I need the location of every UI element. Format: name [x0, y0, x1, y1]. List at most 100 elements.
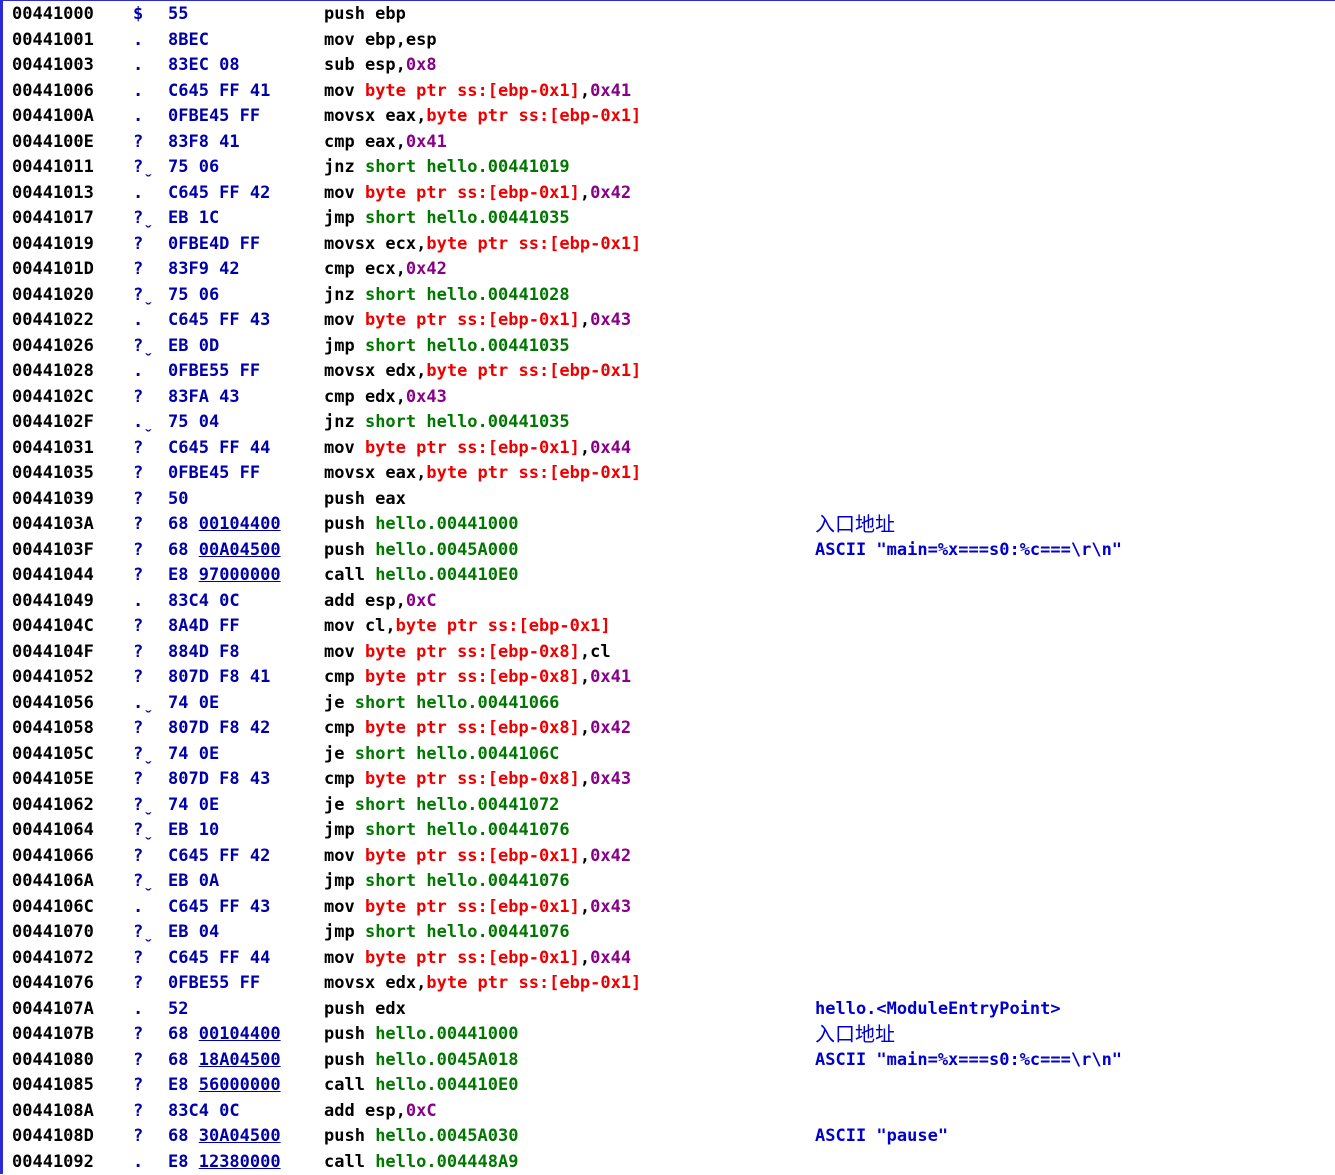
instruction-cell: mov byte ptr ss:[ebp-0x1],0x43	[324, 308, 631, 334]
disasm-row[interactable]: 00441013.C645 FF 42mov byte ptr ss:[ebp-…	[3, 181, 1333, 207]
disasm-row[interactable]: 0044105E?807D F8 43cmp byte ptr ss:[ebp-…	[3, 767, 1333, 793]
disasm-row[interactable]: 00441052?807D F8 41cmp byte ptr ss:[ebp-…	[3, 665, 1333, 691]
disasm-row[interactable]: 00441035?0FBE45 FFmovsx eax,byte ptr ss:…	[3, 461, 1333, 487]
instruction-cell: jmp short hello.00441076	[324, 920, 570, 946]
jump-marker: .	[133, 79, 143, 105]
disasm-row[interactable]: 00441080?68 18A04500push hello.0045A018A…	[3, 1048, 1333, 1074]
instruction-token: 0x42	[406, 259, 447, 279]
disasm-row[interactable]: 00441070?ˬEB 04jmp short hello.00441076	[3, 920, 1333, 946]
jump-marker: ?	[133, 844, 143, 870]
hex-bytes-cell: 68 00104400	[168, 512, 281, 538]
disasm-row[interactable]: 00441000$55push ebp	[3, 2, 1333, 28]
address-cell: 0044104F	[12, 640, 94, 666]
disasm-row[interactable]: 00441028.0FBE55 FFmovsx edx,byte ptr ss:…	[3, 359, 1333, 385]
disasm-row[interactable]: 00441064?ˬEB 10jmp short hello.00441076	[3, 818, 1333, 844]
disasm-row[interactable]: 00441049.83C4 0Cadd esp,0xC	[3, 589, 1333, 615]
address-cell: 00441022	[12, 308, 94, 334]
hex-bytes-segment: 75 06	[168, 157, 219, 177]
address-cell: 0044101D	[12, 257, 94, 283]
instruction-token: mov ebp,esp	[324, 30, 437, 50]
hex-bytes-cell: 884D F8	[168, 640, 240, 666]
disasm-row[interactable]: 00441056.ˬ74 0Eje short hello.00441066	[3, 691, 1333, 717]
hex-bytes-segment: C645 FF 44	[168, 438, 270, 458]
disasm-row[interactable]: 0044103A?68 00104400push hello.00441000入…	[3, 512, 1333, 538]
disasm-row[interactable]: 00441072?C645 FF 44mov byte ptr ss:[ebp-…	[3, 946, 1333, 972]
disasm-row[interactable]: 00441001.8BECmov ebp,esp	[3, 28, 1333, 54]
disasm-row[interactable]: 0044108D?68 30A04500push hello.0045A030A…	[3, 1124, 1333, 1150]
disasm-row[interactable]: 0044107B?68 00104400push hello.00441000入…	[3, 1022, 1333, 1048]
hex-bytes-segment: 75 06	[168, 285, 219, 305]
hex-bytes-segment: 8A4D FF	[168, 616, 240, 636]
disassembly-view[interactable]: 00441000$55push ebp00441001.8BECmov ebp,…	[0, 0, 1335, 1174]
disasm-row[interactable]: 00441022.C645 FF 43mov byte ptr ss:[ebp-…	[3, 308, 1333, 334]
instruction-token: mov	[324, 81, 365, 101]
instruction-token: push	[324, 1050, 375, 1070]
address-cell: 00441049	[12, 589, 94, 615]
instruction-token: byte ptr ss:[ebp-0x1]	[365, 438, 580, 458]
instruction-token: add esp,	[324, 591, 406, 611]
address-cell: 00441026	[12, 334, 94, 360]
instruction-token: hello.004410E0	[375, 565, 518, 585]
hex-bytes-cell: 0FBE45 FF	[168, 461, 260, 487]
comment-cell: 入口地址	[815, 512, 895, 538]
disasm-row[interactable]: 00441020?ˬ75 06jnz short hello.00441028	[3, 283, 1333, 309]
hex-bytes-segment: 807D F8 43	[168, 769, 270, 789]
jump-marker: ?	[133, 767, 143, 793]
disasm-row[interactable]: 00441026?ˬEB 0Djmp short hello.00441035	[3, 334, 1333, 360]
instruction-token: byte ptr ss:[ebp-0x1]	[426, 106, 641, 126]
address-cell: 00441066	[12, 844, 94, 870]
instruction-token: 0x42	[590, 846, 631, 866]
disasm-row[interactable]: 0044102C?83FA 43cmp edx,0x43	[3, 385, 1333, 411]
instruction-token: byte ptr ss:[ebp-0x1]	[365, 846, 580, 866]
instruction-token: ,	[580, 310, 590, 330]
hex-bytes-cell: 83F9 42	[168, 257, 240, 283]
disasm-row[interactable]: 0044105C?ˬ74 0Eje short hello.0044106C	[3, 742, 1333, 768]
instruction-cell: jmp short hello.00441076	[324, 818, 570, 844]
disasm-row[interactable]: 00441058?807D F8 42cmp byte ptr ss:[ebp-…	[3, 716, 1333, 742]
instruction-token: jmp	[324, 208, 365, 228]
disasm-row[interactable]: 0044103F?68 00A04500push hello.0045A000A…	[3, 538, 1333, 564]
instruction-token: jnz	[324, 412, 365, 432]
address-cell: 00441003	[12, 53, 94, 79]
hex-bytes-cell: EB 0A	[168, 869, 219, 895]
disasm-row[interactable]: 00441039?50push eax	[3, 487, 1333, 513]
disasm-row[interactable]: 00441031?C645 FF 44mov byte ptr ss:[ebp-…	[3, 436, 1333, 462]
hex-bytes-cell: 807D F8 42	[168, 716, 270, 742]
jump-marker: .	[133, 308, 143, 334]
disasm-row[interactable]: 0044106A?ˬEB 0Ajmp short hello.00441076	[3, 869, 1333, 895]
address-cell: 00441092	[12, 1150, 94, 1175]
disasm-row[interactable]: 0044102F.ˬ75 04jnz short hello.00441035	[3, 410, 1333, 436]
instruction-token: cmp	[324, 718, 365, 738]
jump-marker: .	[133, 53, 143, 79]
disasm-row[interactable]: 00441003.83EC 08sub esp,0x8	[3, 53, 1333, 79]
hex-bytes-cell: 55	[168, 2, 188, 28]
disasm-row[interactable]: 0044104F?884D F8mov byte ptr ss:[ebp-0x8…	[3, 640, 1333, 666]
jump-marker: ?	[133, 640, 143, 666]
instruction-token: short hello.00441076	[365, 871, 570, 891]
disasm-row[interactable]: 0044104C?8A4D FFmov cl,byte ptr ss:[ebp-…	[3, 614, 1333, 640]
hex-bytes-cell: 8A4D FF	[168, 614, 240, 640]
disasm-row[interactable]: 00441044?E8 97000000call hello.004410E0	[3, 563, 1333, 589]
disasm-row[interactable]: 00441011?ˬ75 06jnz short hello.00441019	[3, 155, 1333, 181]
disasm-row[interactable]: 0044106C.C645 FF 43mov byte ptr ss:[ebp-…	[3, 895, 1333, 921]
instruction-token: short hello.00441035	[365, 336, 570, 356]
disasm-row[interactable]: 00441006.C645 FF 41mov byte ptr ss:[ebp-…	[3, 79, 1333, 105]
disasm-row[interactable]: 0044107A.52push edxhello.<ModuleEntryPoi…	[3, 997, 1333, 1023]
disasm-row[interactable]: 00441092.E8 12380000call hello.004448A9	[3, 1150, 1333, 1175]
disasm-row[interactable]: 00441085?E8 56000000call hello.004410E0	[3, 1073, 1333, 1099]
disasm-row[interactable]: 0044100A.0FBE45 FFmovsx eax,byte ptr ss:…	[3, 104, 1333, 130]
instruction-token: 0x43	[590, 310, 631, 330]
instruction-token: hello.004448A9	[375, 1152, 518, 1172]
disasm-row[interactable]: 00441062?ˬ74 0Eje short hello.00441072	[3, 793, 1333, 819]
hex-bytes-cell: C645 FF 41	[168, 79, 270, 105]
disasm-row[interactable]: 0044100E?83F8 41cmp eax,0x41	[3, 130, 1333, 156]
address-cell: 00441013	[12, 181, 94, 207]
disasm-row[interactable]: 00441017?ˬEB 1Cjmp short hello.00441035	[3, 206, 1333, 232]
disasm-row[interactable]: 00441066?C645 FF 42mov byte ptr ss:[ebp-…	[3, 844, 1333, 870]
address-cell: 00441031	[12, 436, 94, 462]
disasm-row[interactable]: 0044108A?83C4 0Cadd esp,0xC	[3, 1099, 1333, 1125]
disasm-row[interactable]: 00441076?0FBE55 FFmovsx edx,byte ptr ss:…	[3, 971, 1333, 997]
disasm-row[interactable]: 0044101D?83F9 42cmp ecx,0x42	[3, 257, 1333, 283]
hex-bytes-segment: 68	[168, 1050, 199, 1070]
disasm-row[interactable]: 00441019?0FBE4D FFmovsx ecx,byte ptr ss:…	[3, 232, 1333, 258]
